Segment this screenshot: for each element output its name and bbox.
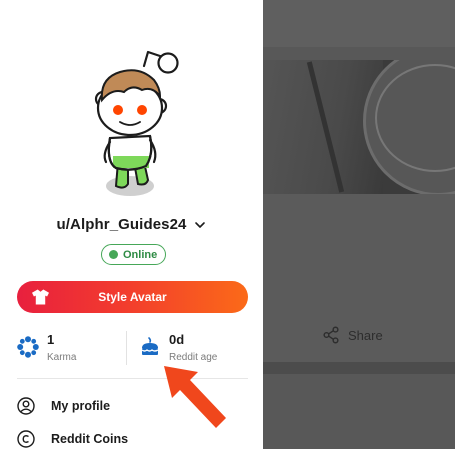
online-status-label: Online [123,248,158,261]
menu-item-label: My profile [51,399,111,413]
cake-icon [141,337,159,355]
stats-separator [126,331,127,365]
username-switcher[interactable]: u/Alphr_Guides24 [0,216,263,233]
annotation-arrow-icon [164,366,226,428]
karma-flower-icon [17,336,39,358]
avatar[interactable] [88,44,188,204]
profile-drawer: u/Alphr_Guides24 Online Style Avatar 1 K… [0,0,263,449]
share-icon [323,326,339,344]
username: u/Alphr_Guides24 [56,216,187,233]
post-image [263,60,455,194]
style-avatar-button[interactable]: Style Avatar [17,281,248,313]
share-button[interactable]: Share [322,326,383,344]
style-avatar-label: Style Avatar [98,290,167,304]
feed-divider [263,362,455,374]
user-circle-icon [17,397,35,415]
menu-item-my-profile[interactable]: My profile [17,395,110,417]
reddit-age-value: 0d [169,332,185,347]
karma-label: Karma [47,352,77,363]
menu-item-reddit-coins[interactable]: Reddit Coins [17,428,128,449]
online-dot-icon [109,250,118,259]
menu-item-label: Reddit Coins [51,432,129,446]
chevron-down-icon [195,221,206,228]
share-label: Share [348,327,383,343]
shirt-icon [32,289,49,305]
online-status-toggle[interactable]: Online [101,244,167,265]
snoo-avatar-icon [94,50,179,196]
karma-value: 1 [47,332,55,347]
coin-icon [17,430,35,448]
